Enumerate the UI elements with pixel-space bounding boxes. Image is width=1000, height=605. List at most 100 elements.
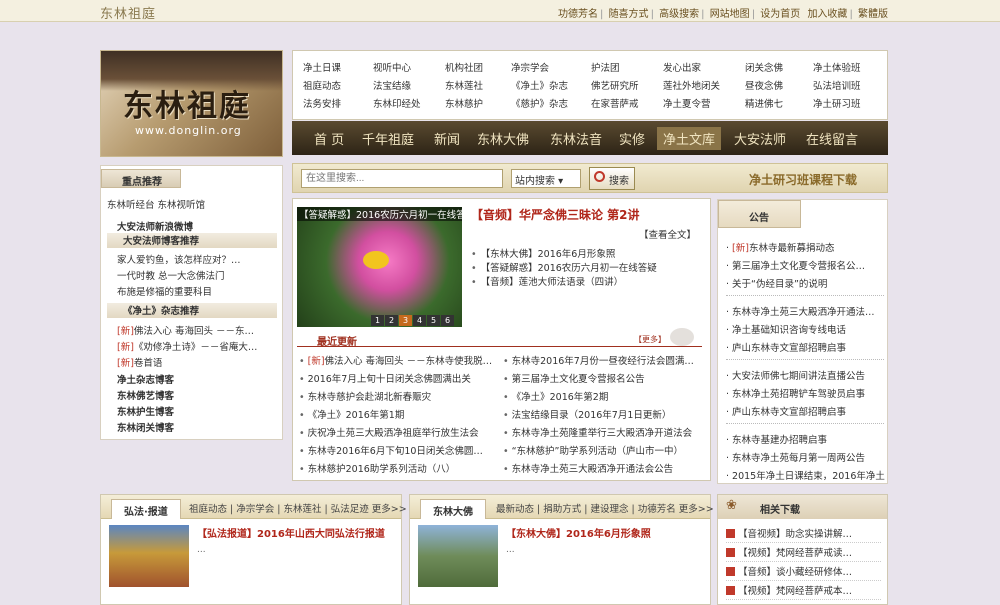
blog-link[interactable]: 东林佛艺博客 [117,388,174,402]
weibo-link[interactable]: 大安法师新浪微博 [117,219,193,233]
feature-title[interactable]: 【音频】华严念佛三昧论 第2讲 [471,206,640,223]
announcement-item[interactable]: 净土基础知识咨询专线电话 [726,322,886,336]
tab-donglin-buddha[interactable]: 东林大佛 [420,499,486,519]
site-logo-small[interactable]: 东林祖庭 [100,3,156,22]
slide-dot[interactable]: 5 [427,315,440,326]
latest-item[interactable]: 东林寺慈护会赴湖北新春赈灾 [299,389,501,403]
latest-item[interactable]: 东林寺净土苑三大殿洒净开通法会公告 [503,461,708,475]
nav-link[interactable]: 在家菩萨戒 [591,96,639,114]
nav-ancestral-temple[interactable]: 千年祖庭 [362,129,414,148]
announcement-item[interactable]: 东林寺净土苑三大殿洒净开通法… [726,304,886,318]
nav-link[interactable]: 净土夏令营 [663,96,720,114]
nav-pure-land-library[interactable]: 净土文库 [657,127,722,150]
announcement-item[interactable]: 关于“伪经目录”的说明 [726,276,886,290]
latest-item[interactable]: 第三届净土文化夏令营报名公告 [503,371,708,385]
panel-links[interactable]: 最新动态 | 捐助方式 | 建设理念 | 功德芳名 更多>> [496,501,714,515]
nav-link[interactable]: 《净土》杂志 [511,78,568,96]
slide-dot[interactable]: 4 [413,315,426,326]
nav-link[interactable]: 法宝结缘 [373,78,421,96]
link-advanced-search[interactable]: 高级搜索 [659,9,699,20]
view-all-link[interactable]: 【查看全文】 [639,227,696,241]
magazine-heading[interactable]: 《净土》杂志推荐 [107,303,277,318]
announcement-item[interactable]: 庐山东林寺文宣部招聘启事 [726,404,886,418]
article-link[interactable]: 家人爱钓鱼，该怎样应对？… [117,252,241,266]
link-donation-method[interactable]: 随喜方式 [609,9,649,20]
nav-master-daan[interactable]: 大安法师 [734,129,786,148]
nav-link[interactable]: 闭关念佛 [745,60,783,78]
link-set-home[interactable]: 设为首页 [760,9,800,20]
link-site-map[interactable]: 网站地图 [710,9,750,20]
blog-link[interactable]: 净土杂志博客 [117,372,174,386]
tab-featured[interactable]: 重点推荐 [101,169,181,188]
download-item[interactable]: 【音视频】助念实操讲解… [726,526,881,543]
latest-item[interactable]: 东林寺2016年6月下旬10日闭关念佛圆… [299,443,501,457]
download-item[interactable]: 【视频】梵网经菩萨戒本… [726,583,881,600]
latest-item[interactable]: 《净土》2016年第2期 [503,389,708,403]
search-button[interactable]: 搜索 [589,167,635,190]
slide-dot[interactable]: 6 [441,315,454,326]
announcement-item[interactable]: 东林寺净土苑每月第一周两公告 [726,450,886,464]
buddha-title[interactable]: 【东林大佛】2016年6月形象照 [506,525,651,540]
magazine-item[interactable]: [新]《劝修净土诗》－－省庵大… [117,339,257,353]
nav-link[interactable]: 净土体验班 [813,60,861,78]
latest-item[interactable]: 东林慈护2016助学系列活动（八） [299,461,501,475]
latest-item[interactable]: 东林寺2016年7月份一昼夜经行法会圆满… [503,353,708,367]
latest-item[interactable]: 法宝结缘目录（2016年7月1日更新） [503,407,708,421]
magazine-item[interactable]: [新]卷首语 [117,355,162,369]
slide-caption[interactable]: 【答疑解惑】2016农历六月初一在线答疑 [297,207,462,221]
panel-links[interactable]: 祖庭动态 | 净宗学会 | 东林莲社 | 弘法足迹 更多>> [189,501,407,515]
nav-link[interactable]: 《慈护》杂志 [511,96,568,114]
announcement-item[interactable]: 2015年净土日课结束，2016年净土 [726,468,886,482]
announcement-item[interactable]: 庐山东林寺文宣部招聘启事 [726,340,886,354]
feature-link[interactable]: 【音频】莲池大师法语录（四讲） [471,274,624,288]
slide-dot[interactable]: 1 [371,315,384,326]
latest-item[interactable]: 《净土》2016年第1期 [299,407,501,421]
nav-practice[interactable]: 实修 [619,129,645,148]
nav-link[interactable]: 精进佛七 [745,96,783,114]
report-title[interactable]: 【弘法报道】2016年山西大同弘法行报道 [197,525,385,540]
announcement-item[interactable]: 东林寺基建办招聘启事 [726,432,886,446]
link-add-favorite[interactable]: 加入收藏 [807,9,847,20]
latest-item[interactable]: 2016年7月上旬十日闭关念佛圆满出关 [299,371,501,385]
nav-guestbook[interactable]: 在线留言 [806,129,858,148]
download-item[interactable]: 【视频】梵网经菩萨戒读… [726,545,881,562]
nav-link[interactable]: 法务安排 [303,96,341,114]
report-photo[interactable] [109,525,189,587]
buddha-photo[interactable] [418,525,498,587]
announcement-item[interactable]: 东林净土苑招聘铲车驾驶员启事 [726,386,886,400]
tab-dharma-report[interactable]: 弘法·报道 [111,499,181,519]
nav-home[interactable]: 首 页 [314,129,344,148]
latest-item[interactable]: 庆祝净土苑三大殿洒净祖庭举行放生法会 [299,425,501,439]
site-logo[interactable]: 东林祖庭 www.donglin.org [100,50,283,157]
nav-link[interactable]: 护法团 [591,60,639,78]
nav-link[interactable]: 祖庭动态 [303,78,341,96]
blog-link[interactable]: 东林闭关博客 [117,420,174,434]
article-link[interactable]: 一代时教 总一大念佛法门 [117,268,225,282]
article-link[interactable]: 布施是修福的重要科目 [117,284,212,298]
feature-link[interactable]: 【答疑解惑】2016农历六月初一在线答疑 [471,260,657,274]
nav-link[interactable]: 昼夜念佛 [745,78,783,96]
nav-link[interactable]: 净土日课 [303,60,341,78]
nav-link[interactable]: 机构社团 [445,60,483,78]
tab-announcement[interactable]: 公告 [718,200,801,228]
nav-link[interactable]: 东林印经处 [373,96,421,114]
link-traditional[interactable]: 繁體版 [858,9,888,20]
nav-link[interactable]: 东林慈护 [445,96,483,114]
nav-news[interactable]: 新闻 [434,129,460,148]
nav-link[interactable]: 视听中心 [373,60,421,78]
nav-link[interactable]: 莲社外地闭关 [663,78,720,96]
slide-dot[interactable]: 2 [385,315,398,326]
nav-link[interactable]: 净宗学会 [511,60,568,78]
search-input[interactable] [301,169,503,188]
nav-link[interactable]: 东林莲社 [445,78,483,96]
nav-link[interactable]: 佛艺研究所 [591,78,639,96]
search-scope-select[interactable]: 站内搜索 ▾ [511,169,581,188]
latest-item[interactable]: “东林慈护”助学系列活动（庐山市一中） [503,443,708,457]
link-merit-list[interactable]: 功德芳名 [558,9,598,20]
nav-link[interactable]: 弘法培训班 [813,78,861,96]
nav-dharma-audio[interactable]: 东林法音 [550,129,602,148]
latest-item[interactable]: [新]佛法入心 毒海回头 －－东林寺使我脱… [299,353,501,367]
latest-item[interactable]: 东林寺净土苑隆重举行三大殿洒净开道法会 [503,425,708,439]
slide-dot-active[interactable]: 3 [399,315,412,326]
nav-donglin-buddha[interactable]: 东林大佛 [477,129,529,148]
